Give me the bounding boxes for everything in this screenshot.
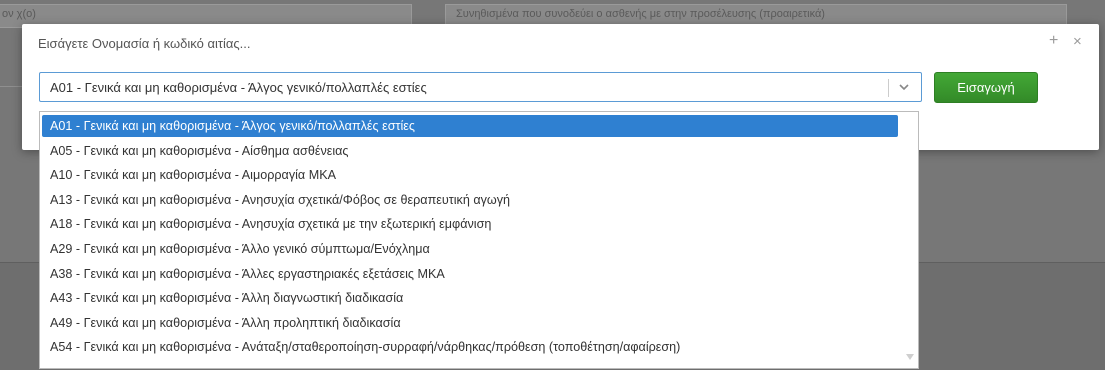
dropdown-option[interactable]: A29 - Γενικά και μη καθορισμένα - Άλλο γ…	[42, 238, 898, 260]
modal-title: Εισάγετε Ονομασία ή κωδικό αιτίας...	[38, 36, 251, 51]
dropdown-option[interactable]: A01 - Γενικά και μη καθορισμένα - Άλγος …	[42, 115, 898, 137]
background-field-right-text: Συνηθισμένα που συνοδεύει ο ασθενής με σ…	[456, 8, 825, 20]
dropdown-option[interactable]: A10 - Γενικά και μη καθορισμένα - Αιμορρ…	[42, 164, 898, 186]
select-divider	[888, 79, 889, 97]
expand-icon[interactable]: +	[1049, 32, 1058, 50]
dropdown-option[interactable]: A05 - Γενικά και μη καθορισμένα - Αίσθημ…	[42, 140, 898, 162]
chevron-down-icon[interactable]	[898, 81, 910, 93]
background-field-left-text: ον χ(ο)	[2, 8, 36, 20]
caret-down-icon[interactable]	[906, 354, 914, 360]
dropdown-option[interactable]: A18 - Γενικά και μη καθορισμένα - Ανησυχ…	[42, 213, 898, 235]
dropdown-option[interactable]: A13 - Γενικά και μη καθορισμένα - Ανησυχ…	[42, 189, 898, 211]
dropdown-option[interactable]: A43 - Γενικά και μη καθορισμένα - Άλλη δ…	[42, 287, 898, 309]
close-icon[interactable]: ×	[1073, 33, 1082, 50]
dropdown-option[interactable]: A54 - Γενικά και μη καθορισμένα - Ανάταξ…	[42, 336, 898, 358]
reason-select-value: A01 - Γενικά και μη καθορισμένα - Άλγος …	[50, 80, 427, 95]
reason-select[interactable]: A01 - Γενικά και μη καθορισμένα - Άλγος …	[39, 72, 922, 102]
reason-options-list[interactable]: A01 - Γενικά και μη καθορισμένα - Άλγος …	[39, 111, 919, 369]
insert-button[interactable]: Εισαγωγή	[934, 72, 1038, 103]
dropdown-option[interactable]: A49 - Γενικά και μη καθορισμένα - Άλλη π…	[42, 312, 898, 334]
dropdown-option[interactable]: A38 - Γενικά και μη καθορισμένα - Άλλες …	[42, 263, 898, 285]
